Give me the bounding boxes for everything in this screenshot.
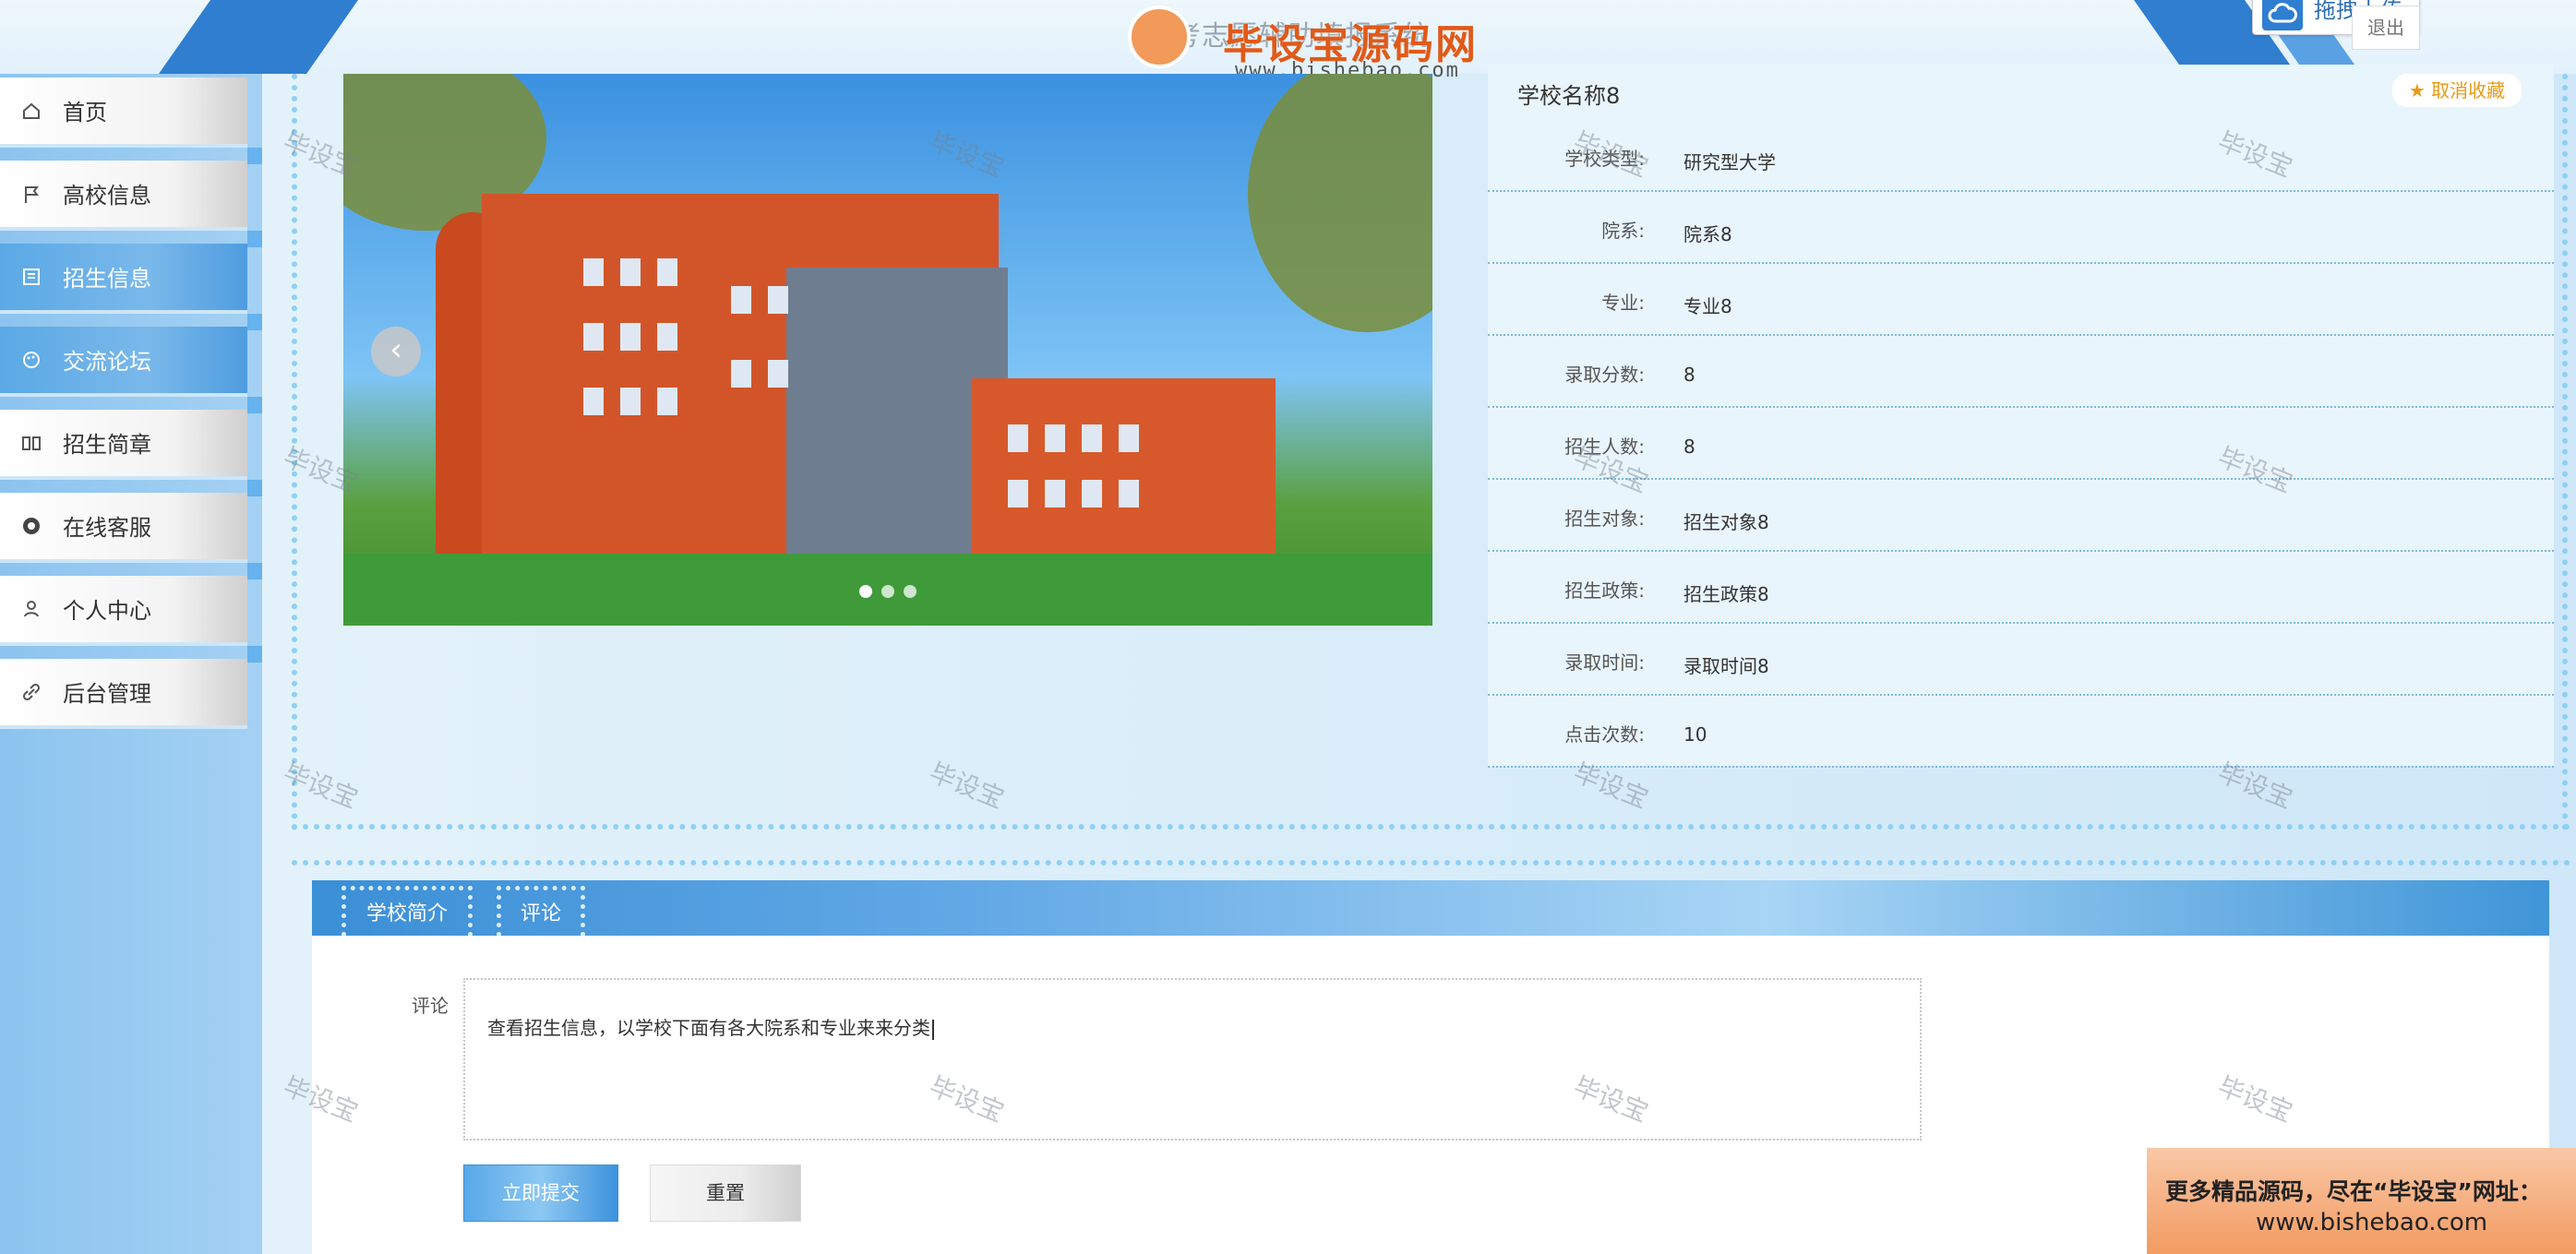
promo-url: www.bishebao.com [2256, 1209, 2488, 1236]
headset-icon [20, 515, 42, 537]
detail-key: 录取时间: [1564, 651, 1645, 674]
sidebar-item-profile[interactable]: 个人中心 [0, 576, 247, 642]
detail-row: 招生政策: 招生政策8 [1488, 552, 2554, 624]
header-decor-stripe [158, 0, 359, 74]
sidebar-item-label: 交流论坛 [63, 349, 151, 375]
unfavorite-button[interactable]: ★ 取消收藏 [2392, 74, 2522, 107]
sidebar-item-label: 个人中心 [63, 598, 151, 624]
detail-key: 招生对象: [1564, 508, 1645, 530]
decor-border [2562, 74, 2568, 830]
carousel-dot[interactable] [859, 585, 872, 598]
sidebar-item-label: 招生简章 [63, 432, 151, 458]
carousel-dot[interactable] [904, 585, 917, 598]
detail-value: 8 [1683, 364, 1695, 386]
sidebar: 首页 高校信息 招生信息 交流论坛 招生简章 在线客服 个人中心 后台管理 [0, 74, 262, 1254]
detail-value: 专业8 [1683, 295, 1732, 317]
sidebar-item-support[interactable]: 在线客服 [0, 493, 247, 559]
detail-row: 点击次数: 10 [1488, 696, 2554, 768]
comment-label: 评论 [412, 995, 449, 1017]
school-detail-panel: 学校名称8 学校类型: 研究型大学 院系: 院系8 专业: 专业8 录取分数: … [1488, 65, 2554, 768]
promo-line: 更多精品源码，尽在“毕设宝”网址： [2165, 1178, 2542, 1205]
sidebar-item-home[interactable]: 首页 [0, 78, 247, 144]
comment-textarea[interactable]: 查看招生信息，以学校下面有各大院系和专业来来分类 [463, 978, 1922, 1141]
detail-row: 院系: 院系8 [1488, 192, 2554, 264]
user-icon [20, 598, 42, 620]
flag-icon [20, 183, 42, 205]
promo-banner: 更多精品源码，尽在“毕设宝”网址： www.bishebao.com [2147, 1148, 2576, 1254]
sidebar-item-label: 后台管理 [63, 681, 151, 707]
sidebar-item-label: 高校信息 [63, 183, 151, 209]
detail-key: 录取分数: [1564, 364, 1645, 386]
document-icon [20, 266, 42, 288]
top-header: 高考志愿辅助填报系统 毕设宝源码网 www.bishebao.com 拖拽上传 … [0, 0, 2576, 82]
detail-value: 8 [1683, 436, 1695, 458]
detail-key: 招生政策: [1564, 579, 1645, 602]
detail-row: 招生对象: 招生对象8 [1488, 480, 2554, 552]
sidebar-item-label: 首页 [63, 100, 107, 125]
detail-value: 录取时间8 [1683, 655, 1769, 677]
submit-button[interactable]: 立即提交 [463, 1164, 618, 1222]
carousel-prev-button[interactable]: ‹ [371, 327, 421, 376]
carousel-dot[interactable] [881, 585, 894, 598]
detail-row: 专业: 专业8 [1488, 264, 2554, 336]
detail-key: 点击次数: [1564, 723, 1645, 746]
detail-value: 院系8 [1683, 223, 1732, 245]
tab-comments[interactable]: 评论 [497, 886, 585, 937]
sidebar-item-colleges[interactable]: 高校信息 [0, 161, 247, 227]
tab-school-intro[interactable]: 学校简介 [341, 886, 473, 937]
detail-value: 10 [1683, 723, 1707, 746]
detail-row: 录取时间: 录取时间8 [1488, 624, 2554, 696]
sidebar-item-label: 在线客服 [63, 515, 151, 541]
sidebar-item-brochure[interactable]: 招生简章 [0, 410, 247, 476]
logout-button[interactable]: 退出 [2352, 6, 2420, 50]
sidebar-item-enrollment[interactable]: 招生信息 [0, 244, 247, 310]
tabs-bar [312, 880, 2549, 936]
detail-value: 招生对象8 [1683, 511, 1769, 533]
watermark-stamp: 毕设宝 [925, 757, 1009, 815]
decor-border [292, 860, 2571, 866]
palette-icon [20, 349, 42, 371]
watermark-logo-icon [1128, 6, 1191, 79]
detail-key: 院系: [1601, 220, 1645, 242]
sidebar-item-forum[interactable]: 交流论坛 [0, 327, 247, 393]
decor-border [292, 824, 2571, 830]
cloud-upload-icon [2262, 0, 2303, 30]
comment-text: 查看招生信息，以学校下面有各大院系和专业来来分类 [487, 1013, 934, 1040]
detail-row: 录取分数: 8 [1488, 336, 2554, 408]
sidebar-item-admin[interactable]: 后台管理 [0, 659, 247, 725]
reset-button[interactable]: 重置 [650, 1164, 801, 1222]
link-icon [20, 681, 42, 703]
detail-key: 专业: [1601, 292, 1645, 314]
detail-value: 招生政策8 [1683, 583, 1769, 605]
book-icon [20, 432, 42, 454]
home-icon [20, 100, 42, 122]
sidebar-item-label: 招生信息 [63, 266, 151, 292]
image-carousel[interactable] [343, 74, 1432, 626]
school-name: 学校名称8 [1517, 83, 1621, 109]
detail-value: 研究型大学 [1683, 151, 1776, 173]
